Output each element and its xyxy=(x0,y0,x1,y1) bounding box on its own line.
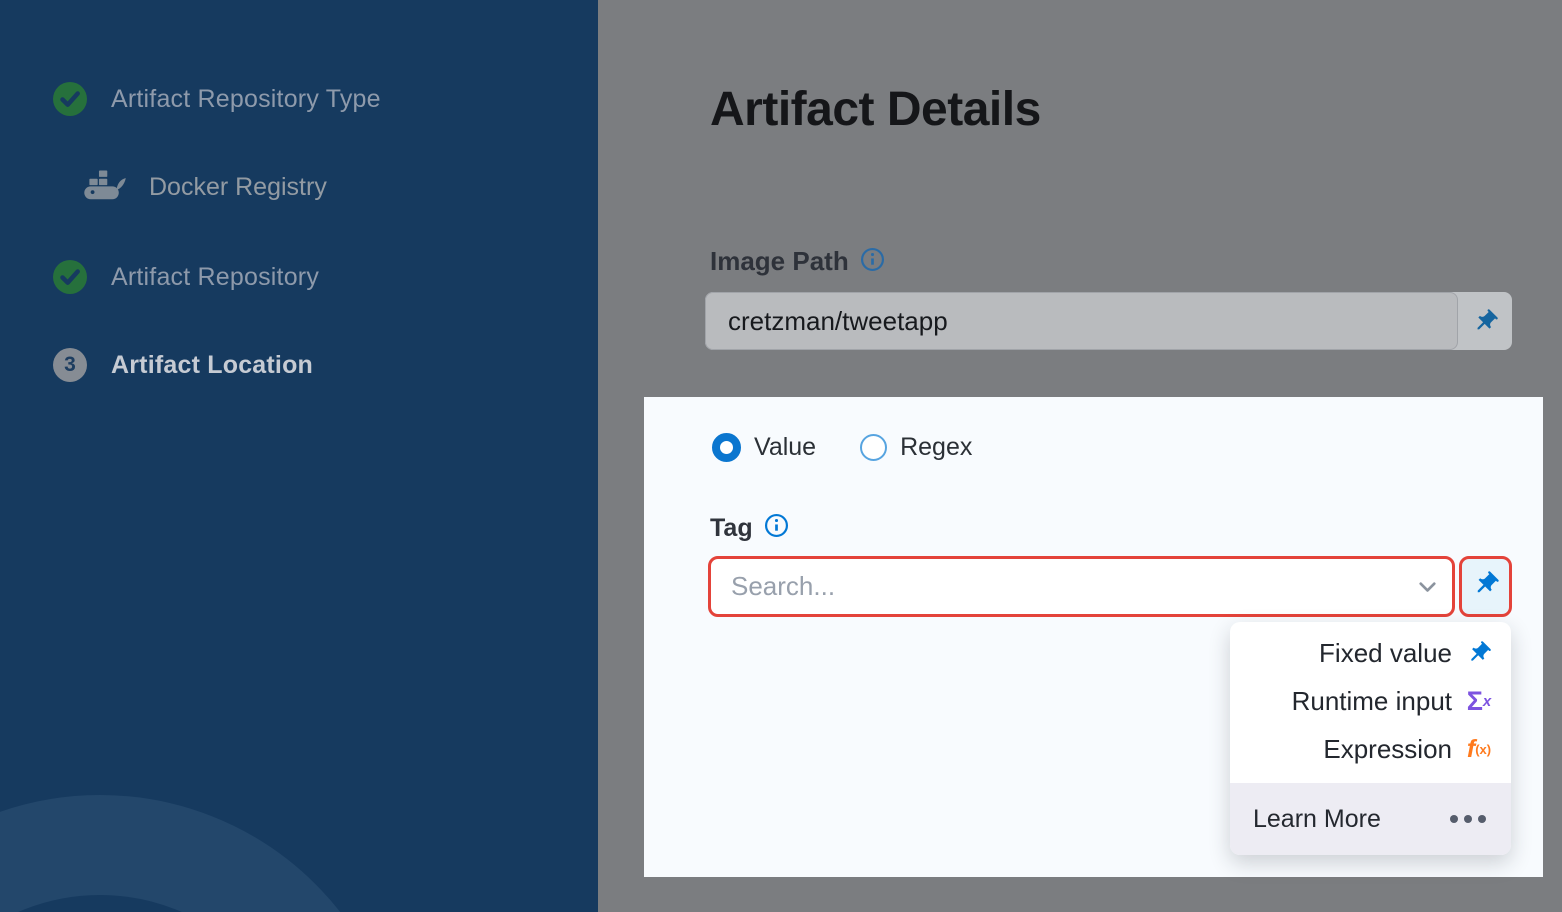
substep-label: Docker Registry xyxy=(149,173,327,202)
tag-label-row: Tag xyxy=(710,513,789,543)
menu-item-expression[interactable]: Expression f(x) xyxy=(1230,725,1511,773)
artifact-wizard-screen: Artifact Repository Type Docker Registry… xyxy=(0,0,1562,912)
image-path-field xyxy=(705,292,1512,350)
check-circle-icon xyxy=(53,82,87,116)
pin-fixed-value-icon[interactable] xyxy=(1458,292,1512,350)
radio-regex[interactable] xyxy=(860,434,887,461)
tag-label: Tag xyxy=(710,514,753,543)
tag-search-input[interactable] xyxy=(711,559,1402,614)
step-label: Artifact Repository xyxy=(111,263,319,292)
step-label: Artifact Repository Type xyxy=(111,85,381,114)
tag-type-radio-group: Value Regex xyxy=(712,433,972,462)
radio-regex-label: Regex xyxy=(900,433,972,462)
image-path-input[interactable] xyxy=(705,292,1458,350)
more-icon[interactable] xyxy=(1450,815,1486,823)
image-path-label: Image Path xyxy=(710,246,849,277)
menu-item-label: Expression xyxy=(1323,734,1452,765)
menu-item-fixed-value[interactable]: Fixed value xyxy=(1230,629,1511,677)
radio-value-label: Value xyxy=(754,433,816,462)
chevron-down-icon[interactable] xyxy=(1402,559,1452,614)
info-icon[interactable] xyxy=(764,513,789,543)
fx-icon: f(x) xyxy=(1465,737,1493,762)
ring-decoration xyxy=(0,795,405,912)
wizard-step-sidebar: Artifact Repository Type Docker Registry… xyxy=(0,0,598,912)
sidebar-step-artifact-location[interactable]: 3 Artifact Location xyxy=(53,348,313,382)
page-title: Artifact Details xyxy=(710,82,1041,137)
dropdown-items: Fixed value Runtime input Σx Expression … xyxy=(1230,622,1511,773)
learn-more-link[interactable]: Learn More xyxy=(1253,805,1381,834)
docker-whale-icon xyxy=(83,167,129,207)
tag-input-type-button[interactable] xyxy=(1459,556,1512,617)
dropdown-footer: Learn More xyxy=(1230,783,1511,855)
image-path-label-row: Image Path xyxy=(710,246,885,277)
sidebar-step-artifact-repository[interactable]: Artifact Repository xyxy=(53,260,319,294)
pin-icon xyxy=(1465,640,1493,666)
pin-fixed-value-icon xyxy=(1472,570,1500,603)
radio-value[interactable] xyxy=(712,433,741,462)
menu-item-runtime-input[interactable]: Runtime input Σx xyxy=(1230,677,1511,725)
sidebar-step-artifact-repository-type[interactable]: Artifact Repository Type xyxy=(53,82,381,116)
info-icon[interactable] xyxy=(860,247,885,277)
sidebar-substep-docker-registry[interactable]: Docker Registry xyxy=(83,167,327,207)
step-label: Artifact Location xyxy=(111,351,313,380)
input-type-dropdown-menu: Fixed value Runtime input Σx Expression … xyxy=(1230,622,1511,855)
tag-select-field xyxy=(708,556,1455,617)
menu-item-label: Fixed value xyxy=(1319,638,1452,669)
step-number-badge: 3 xyxy=(53,348,87,382)
sigma-icon: Σx xyxy=(1465,688,1493,715)
check-circle-icon xyxy=(53,260,87,294)
menu-item-label: Runtime input xyxy=(1292,686,1452,717)
